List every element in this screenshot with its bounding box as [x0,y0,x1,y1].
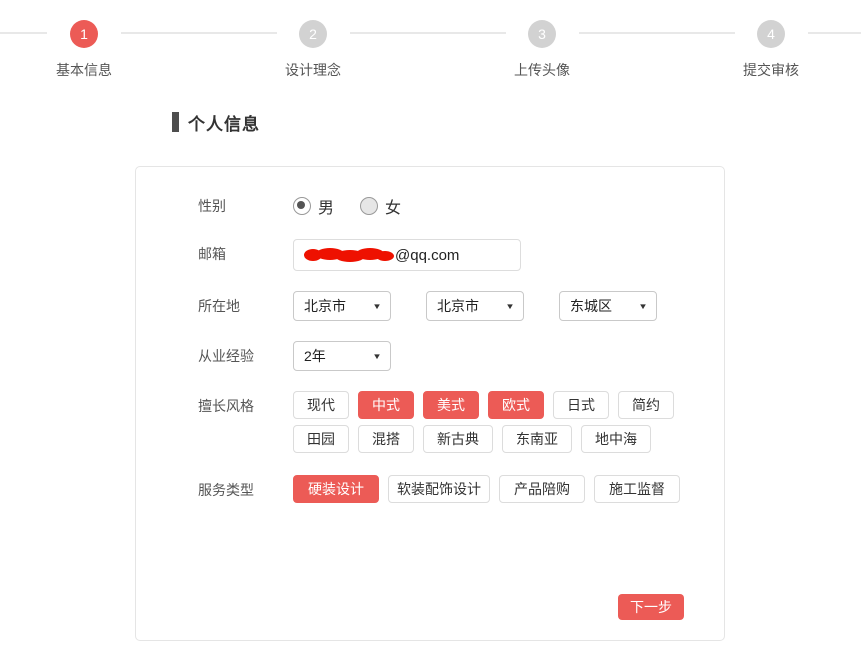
step-3-label: 上传头像 [497,60,587,80]
style-tag[interactable]: 简约 [618,391,674,419]
district-select-value: 东城区 [570,296,612,316]
stepper-step-4: 4 提交审核 [726,20,816,80]
province-select-value: 北京市 [304,296,346,316]
gender-radio-option[interactable]: 男 [293,191,334,221]
location-label: 所在地 [198,291,293,321]
city-select-value: 北京市 [437,296,479,316]
style-tag[interactable]: 田园 [293,425,349,453]
title-accent-bar [172,112,179,132]
service-type-tag[interactable]: 软装配饰设计 [388,475,490,503]
wizard-stepper: 1 基本信息 2 设计理念 3 上传头像 4 提交审核 [0,0,861,90]
stepper-step-3: 3 上传头像 [497,20,587,80]
style-tag[interactable]: 现代 [293,391,349,419]
service-type-tag[interactable]: 硬装设计 [293,475,379,503]
district-select[interactable]: 东城区 ▼ [559,291,657,321]
radio-option-label: 男 [318,194,334,218]
redacted-text-scribble [304,247,394,263]
style-tag[interactable]: 中式 [358,391,414,419]
service-type-tag[interactable]: 产品陪购 [499,475,585,503]
email-label: 邮箱 [198,239,293,269]
step-2-circle: 2 [299,20,327,48]
radio-icon [293,197,311,215]
city-select[interactable]: 北京市 ▼ [426,291,524,321]
experience-select[interactable]: 2年 ▼ [293,341,391,371]
gender-radio-option[interactable]: 女 [360,191,401,221]
step-1-circle: 1 [70,20,98,48]
email-domain-text: @qq.com [395,247,459,264]
page-title: 个人信息 [188,110,260,135]
step-1-label: 基本信息 [39,60,129,80]
style-tag[interactable]: 混搭 [358,425,414,453]
stepper-line-segment [350,32,506,34]
style-tag[interactable]: 美式 [423,391,479,419]
experience-label: 从业经验 [198,341,293,371]
service-type-tag[interactable]: 施工监督 [594,475,680,503]
style-tag[interactable]: 新古典 [423,425,493,453]
chevron-down-icon: ▼ [505,302,515,311]
step-4-circle: 4 [757,20,785,48]
email-input[interactable]: @qq.com [293,239,521,271]
personal-info-form-card: 性别 男 女 邮箱 @qq.com 所在地 北京市 ▼ 北京市 ▼ 东城区 ▼ [135,166,725,641]
stepper-line-segment [121,32,277,34]
province-select[interactable]: 北京市 ▼ [293,291,391,321]
stepper-step-2: 2 设计理念 [268,20,358,80]
stepper-line-segment [579,32,735,34]
experience-select-value: 2年 [304,346,326,366]
style-tag[interactable]: 日式 [553,391,609,419]
chevron-down-icon: ▼ [372,352,382,361]
step-3-circle: 3 [528,20,556,48]
style-tag[interactable]: 欧式 [488,391,544,419]
radio-option-label: 女 [385,194,401,218]
step-4-label: 提交审核 [726,60,816,80]
chevron-down-icon: ▼ [372,302,382,311]
section-header: 个人信息 [172,110,260,134]
style-tag[interactable]: 地中海 [581,425,651,453]
next-step-button[interactable]: 下一步 [618,594,684,620]
style-tag[interactable]: 东南亚 [502,425,572,453]
styles-label: 擅长风格 [198,391,293,421]
service-type-label: 服务类型 [198,475,293,505]
step-2-label: 设计理念 [268,60,358,80]
stepper-step-1: 1 基本信息 [39,20,129,80]
radio-icon [360,197,378,215]
gender-label: 性别 [198,191,293,221]
chevron-down-icon: ▼ [638,302,648,311]
